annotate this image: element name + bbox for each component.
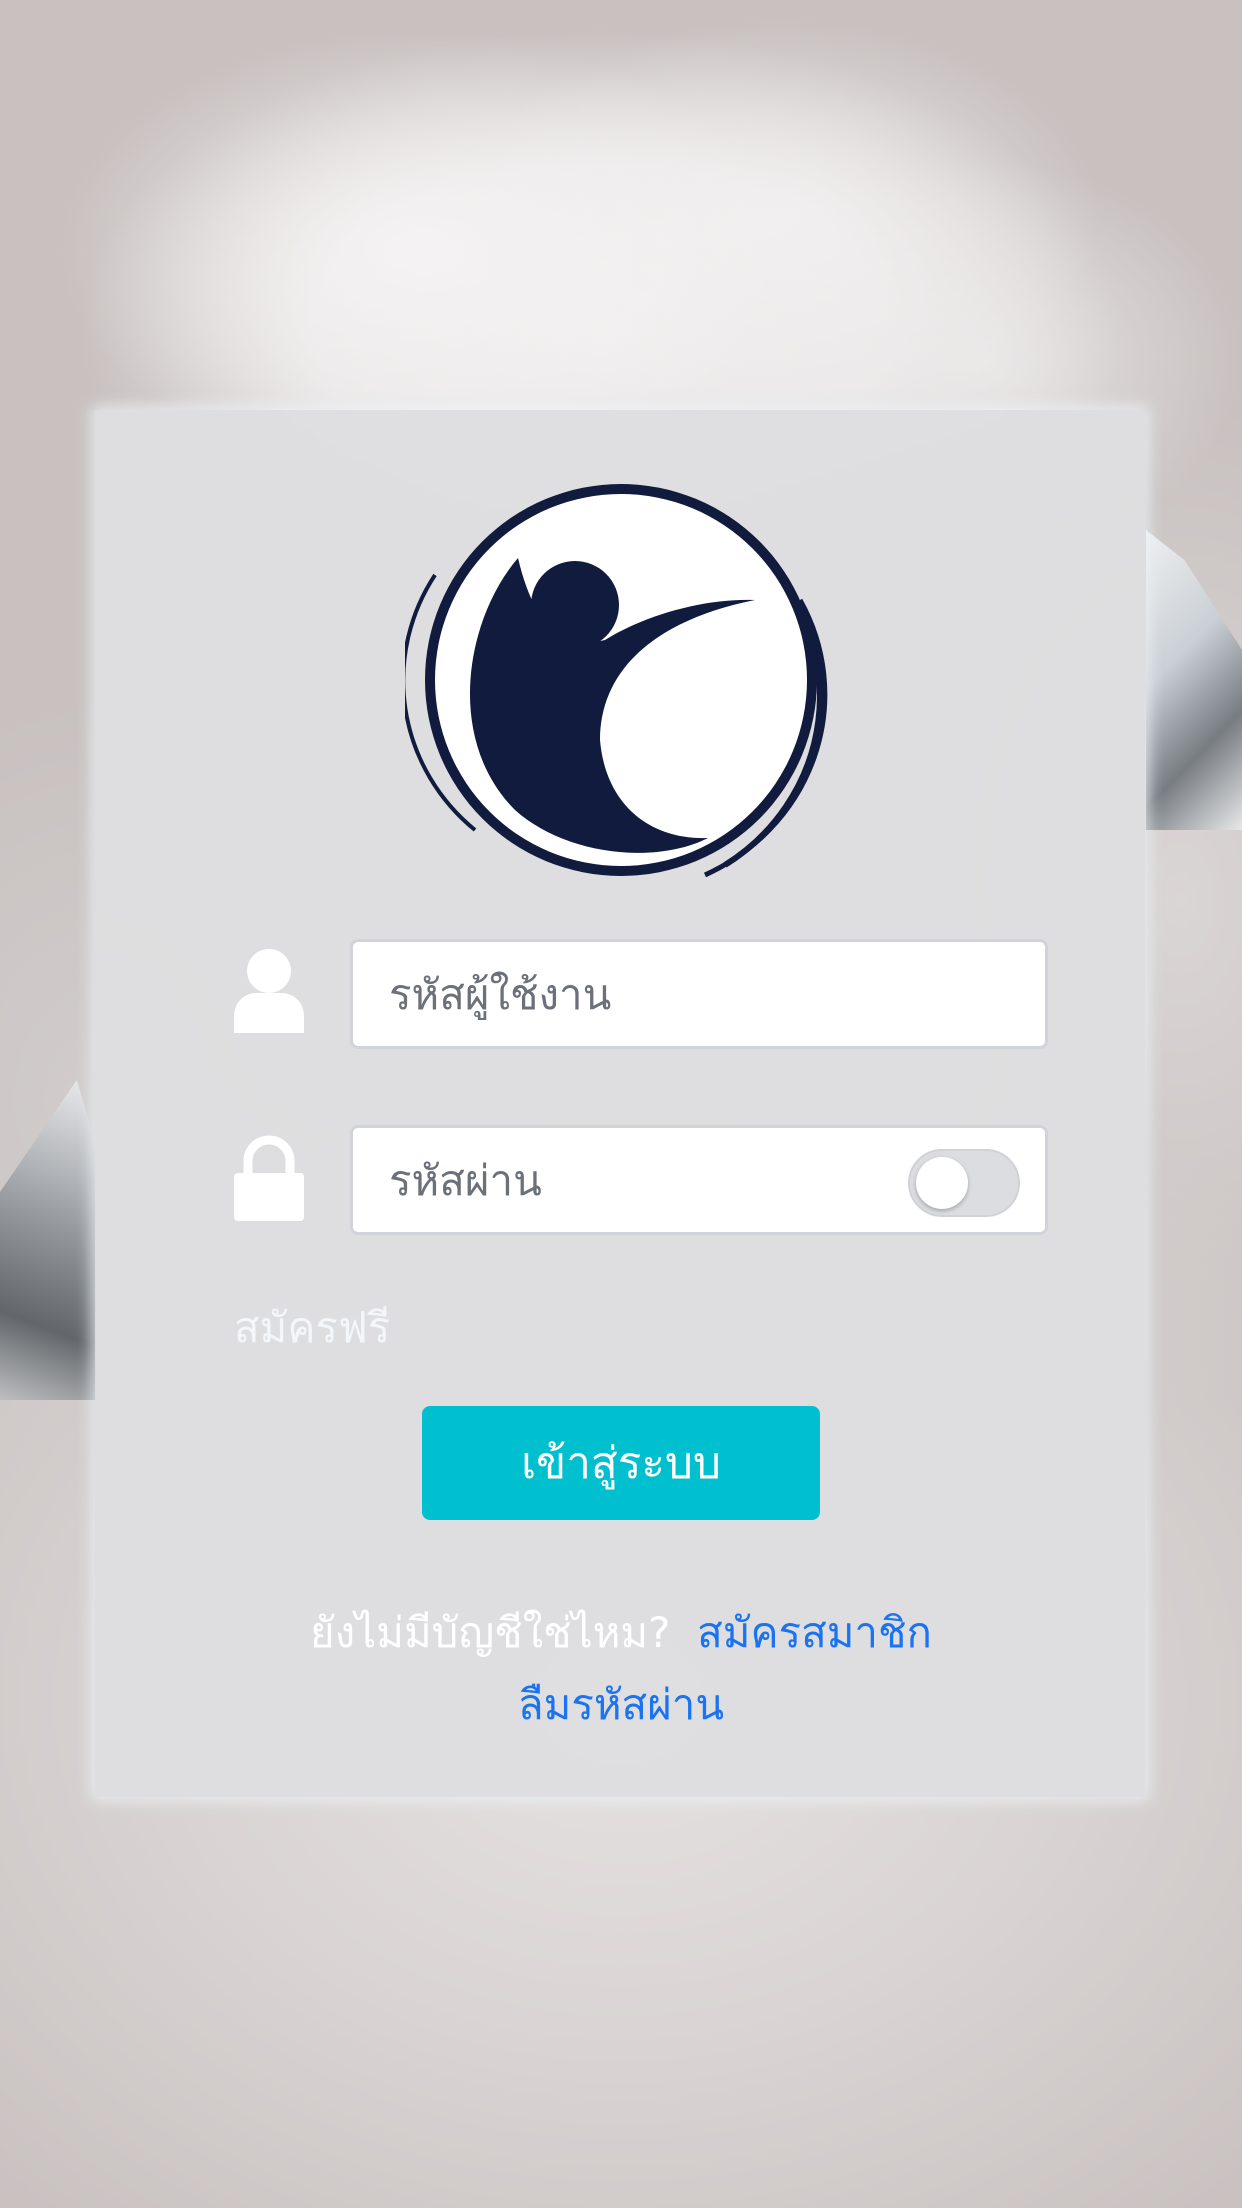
login-button[interactable]: เข้าสู่ระบบ — [422, 1406, 820, 1520]
register-link[interactable]: สมัครสมาชิก — [697, 1608, 932, 1657]
no-account-text: ยังไม่มีบัญชีใช่ไหม? — [310, 1608, 671, 1657]
lock-icon — [234, 1135, 304, 1221]
register-prompt: ยังไม่มีบัญชีใช่ไหม? สมัครสมาชิก — [0, 1600, 1242, 1666]
username-input[interactable] — [350, 939, 1048, 1049]
forgot-password-row: ลืมรหัสผ่าน — [0, 1672, 1242, 1738]
person-circle-logo — [405, 484, 828, 878]
forgot-password-link[interactable]: ลืมรหัสผ่าน — [518, 1680, 724, 1729]
toggle-knob — [916, 1157, 968, 1209]
free-signup-link[interactable]: สมัครฟรี — [234, 1295, 390, 1361]
user-icon — [234, 949, 304, 1033]
show-password-toggle[interactable] — [908, 1149, 1020, 1217]
